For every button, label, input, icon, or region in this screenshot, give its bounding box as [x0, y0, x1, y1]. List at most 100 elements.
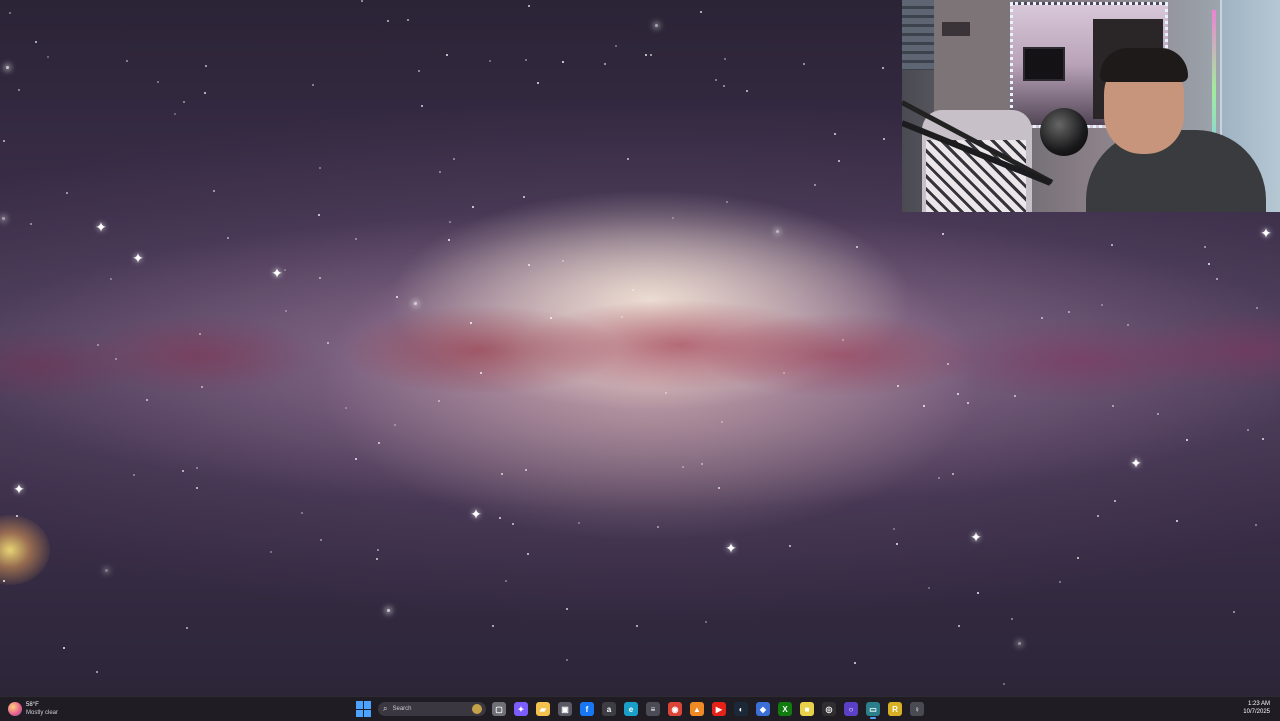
amazon-icon[interactable]: a: [602, 702, 616, 716]
bright-star: ✦: [1130, 455, 1142, 471]
webcam-microphone: [1040, 108, 1088, 156]
star: [525, 59, 527, 61]
star: [528, 264, 530, 266]
system-clock[interactable]: 1:23 AM 10/7/2025: [1243, 700, 1270, 716]
clock-time: 1:23 AM: [1247, 701, 1270, 707]
star: [35, 41, 37, 43]
steam-icon[interactable]: ◐: [734, 702, 748, 716]
star: [650, 54, 652, 56]
circle-app-icon[interactable]: ○: [844, 702, 858, 716]
star: [1186, 439, 1188, 441]
star: [1256, 307, 1258, 309]
star: [183, 101, 185, 103]
star: [204, 92, 206, 94]
notepad-icon[interactable]: ≡: [646, 702, 660, 716]
milky-way-dust-band: [0, 300, 1280, 410]
star: [528, 5, 530, 7]
xbox-icon[interactable]: X: [778, 702, 792, 716]
folder-icon[interactable]: ▰: [536, 702, 550, 716]
chrome-icon[interactable]: ◉: [668, 702, 682, 716]
star: [505, 580, 507, 582]
star: [285, 310, 287, 312]
star: [726, 201, 728, 203]
bright-star: ✦: [271, 265, 283, 281]
bright-star: ✦: [13, 481, 25, 497]
star: [270, 551, 272, 553]
star: [439, 171, 441, 173]
star: [882, 67, 884, 69]
copilot-icon[interactable]: ✦: [514, 702, 528, 716]
facebook-icon[interactable]: f: [580, 702, 594, 716]
star: [227, 237, 229, 239]
star: [718, 487, 720, 489]
terminal-icon[interactable]: ▭: [866, 702, 880, 719]
star: [449, 221, 451, 223]
distant-galaxy: [0, 515, 50, 585]
star: [301, 512, 303, 514]
star: [489, 60, 491, 62]
star: [537, 82, 539, 84]
star: [501, 473, 503, 475]
star: [1127, 324, 1129, 326]
taskbar-search[interactable]: ⌕ Search: [378, 702, 486, 716]
microphone-icon[interactable]: ♀: [910, 702, 924, 716]
star: [396, 296, 398, 298]
star: [3, 580, 5, 582]
star: [1101, 304, 1103, 306]
star: [345, 407, 347, 409]
bright-star: ✦: [132, 250, 144, 266]
star: [721, 421, 723, 423]
star: [327, 342, 329, 344]
taskbar-center: ⌕ Search ▢ ✦ ▰ ▣ f a e ≡ ◉ ▲ ▶ ◐ ◆ X ■ ◎ ○ ▭ R ♀: [356, 699, 924, 719]
star: [2, 217, 5, 220]
star: [387, 20, 389, 22]
star: [480, 372, 482, 374]
star: [957, 393, 959, 395]
star: [470, 322, 472, 324]
task-view-icon[interactable]: ▢: [492, 702, 506, 716]
start-button[interactable]: [356, 701, 372, 717]
youtube-icon[interactable]: ▶: [712, 702, 726, 716]
star: [896, 543, 898, 545]
webcam-person-hair: [1100, 48, 1188, 82]
bright-star: ✦: [725, 540, 737, 556]
star: [126, 60, 128, 62]
star: [655, 24, 658, 27]
app-icon[interactable]: ◆: [756, 702, 770, 716]
edge-icon[interactable]: e: [624, 702, 638, 716]
star: [387, 609, 390, 612]
search-label: Search: [392, 706, 412, 712]
star: [394, 424, 396, 426]
vlc-icon[interactable]: ▲: [690, 702, 704, 716]
star: [672, 217, 674, 219]
star: [376, 558, 378, 560]
star: [492, 625, 494, 627]
game-icon[interactable]: R: [888, 702, 902, 716]
star: [201, 386, 203, 388]
star: [856, 246, 858, 248]
sticky-notes-icon[interactable]: ■: [800, 702, 814, 716]
star: [472, 206, 474, 208]
star: [1208, 263, 1210, 265]
star: [958, 625, 960, 627]
star: [789, 545, 791, 547]
star: [407, 19, 409, 21]
obs-icon[interactable]: ◎: [822, 702, 836, 716]
star: [977, 592, 979, 594]
star: [621, 316, 623, 318]
star: [682, 466, 684, 468]
star: [133, 474, 135, 476]
star: [834, 133, 836, 135]
weather-widget[interactable]: 58°F Mostly clear: [8, 700, 58, 718]
star: [928, 587, 930, 589]
star: [562, 260, 564, 262]
star: [952, 473, 954, 475]
star: [1114, 500, 1116, 502]
star: [1068, 311, 1070, 313]
webcam-shelf: [942, 22, 970, 36]
star: [523, 196, 525, 198]
store-icon[interactable]: ▣: [558, 702, 572, 716]
star: [18, 89, 20, 91]
star: [700, 11, 702, 13]
star: [627, 158, 629, 160]
